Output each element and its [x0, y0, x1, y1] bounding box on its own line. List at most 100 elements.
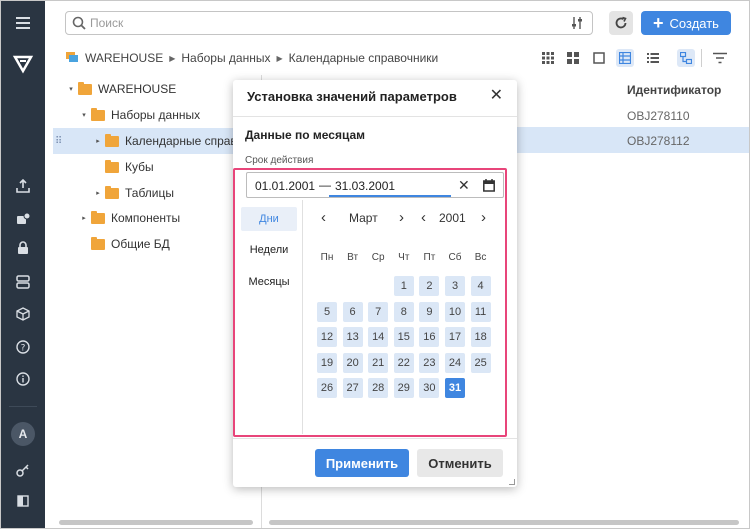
calendar-day[interactable]: 7	[368, 301, 389, 322]
calendar-day[interactable]: 24	[445, 352, 465, 373]
expand-toggle-icon[interactable]: ▾	[67, 85, 75, 93]
expand-toggle-icon[interactable]: ▸	[94, 189, 102, 197]
create-button[interactable]: + Создать	[641, 11, 731, 35]
view-small-grid-icon[interactable]	[564, 49, 582, 67]
mode-weeks[interactable]: Недели	[241, 238, 297, 262]
tree-item-label: Наборы данных	[111, 108, 201, 122]
tree-item-components[interactable]: ▸ Компоненты	[45, 205, 261, 231]
weekday-label: Вт	[347, 252, 359, 263]
tree-item-calendars[interactable]: ⠿ ▸ Календарные справо	[53, 128, 261, 154]
lock-icon[interactable]	[1, 238, 45, 258]
column-header-identifier[interactable]: Идентификатор	[627, 83, 721, 97]
table-row[interactable]: OBJ278112	[627, 134, 690, 148]
calendar-day[interactable]: 6	[342, 301, 363, 322]
calendar-day[interactable]: 21	[368, 352, 389, 373]
expand-toggle-icon[interactable]: ▸	[80, 214, 88, 222]
next-month-icon[interactable]: ›	[399, 210, 404, 226]
tree-item-shared-db[interactable]: Общие БД	[45, 231, 261, 257]
storage-icon[interactable]	[1, 272, 45, 292]
view-large-grid-icon[interactable]	[539, 49, 557, 67]
resize-handle-icon[interactable]	[509, 479, 515, 485]
calendar-day[interactable]: 20	[342, 352, 363, 373]
calendar-day[interactable]: 2	[419, 276, 440, 296]
calendar-day[interactable]: 12	[317, 327, 337, 348]
breadcrumb-arrow-icon: ▶	[276, 53, 283, 63]
calendar-day[interactable]: 22	[393, 352, 414, 373]
filter-settings-icon[interactable]	[570, 16, 584, 33]
calendar-day[interactable]: 30	[419, 378, 440, 399]
apply-button[interactable]: Применить	[315, 449, 409, 477]
calendar-day[interactable]: 27	[342, 378, 363, 399]
tree-item-tables[interactable]: ▸ Таблицы	[45, 180, 261, 206]
next-year-icon[interactable]: ›	[481, 210, 486, 226]
month-label[interactable]: Март	[349, 211, 378, 225]
expand-toggle-icon[interactable]: ▾	[80, 111, 88, 119]
calendar-day[interactable]: 4	[470, 276, 491, 296]
tree-horizontal-scrollbar[interactable]	[59, 520, 253, 525]
plus-icon: +	[653, 13, 664, 33]
list-horizontal-scrollbar[interactable]	[269, 520, 739, 525]
cube-icon[interactable]	[1, 304, 45, 324]
help-icon[interactable]: ?	[1, 337, 45, 357]
mode-months[interactable]: Месяцы	[241, 270, 297, 294]
calendar-day[interactable]: 8	[393, 301, 414, 322]
section-title: Данные по месяцам	[245, 128, 366, 142]
calendar-day[interactable]: 10	[445, 301, 465, 322]
calendar-day[interactable]: 13	[342, 327, 363, 348]
tree-item-warehouse[interactable]: ▾ WAREHOUSE	[45, 76, 261, 102]
prev-year-icon[interactable]: ‹	[421, 210, 426, 226]
breadcrumb-item-warehouse[interactable]: WAREHOUSE	[85, 51, 163, 65]
calendar-day[interactable]: 19	[317, 352, 337, 373]
breadcrumb-item-calendars[interactable]: Календарные справочники	[289, 51, 439, 65]
tree-panel: ▾ WAREHOUSE ▾ Наборы данных ⠿ ▸ Календар…	[45, 75, 261, 528]
calendar-day[interactable]: 28	[368, 378, 389, 399]
upload-icon[interactable]	[1, 176, 45, 196]
period-mode-list: Дни Недели Месяцы	[239, 200, 303, 434]
calendar-day[interactable]: 9	[419, 301, 440, 322]
calendar-day[interactable]: 29	[393, 378, 414, 399]
year-label[interactable]: 2001	[439, 211, 466, 225]
view-list-icon[interactable]	[644, 49, 662, 67]
weekday-label: Вс	[474, 252, 487, 263]
search-box[interactable]	[65, 11, 593, 35]
calendar-day[interactable]: 15	[393, 327, 414, 348]
calendar-day[interactable]: 1	[393, 276, 414, 296]
key-icon[interactable]	[1, 460, 45, 480]
expand-toggle-icon[interactable]: ▸	[94, 137, 102, 145]
view-single-icon[interactable]	[590, 49, 608, 67]
calendar-day[interactable]: 16	[419, 327, 440, 348]
calendar-day[interactable]: 25	[470, 352, 491, 373]
search-input[interactable]	[90, 15, 550, 31]
refresh-button[interactable]	[609, 11, 633, 35]
calendar-day[interactable]: 31	[445, 378, 465, 399]
calendar-day[interactable]: 18	[470, 327, 491, 348]
info-icon[interactable]	[1, 369, 45, 389]
view-tree-icon[interactable]	[677, 49, 695, 67]
cancel-button[interactable]: Отменить	[417, 449, 503, 477]
avatar[interactable]: A	[11, 422, 35, 446]
view-table-icon[interactable]	[616, 49, 634, 67]
calendar-day[interactable]: 14	[368, 327, 389, 348]
calendar-day[interactable]: 26	[317, 378, 337, 399]
table-row[interactable]: OBJ278110	[627, 109, 690, 123]
filter-icon[interactable]	[711, 49, 729, 67]
calendar-day[interactable]: 11	[470, 301, 491, 322]
tree-item-label: Кубы	[125, 160, 154, 174]
menu-icon[interactable]	[1, 13, 45, 33]
calendar-day[interactable]: 5	[317, 301, 337, 322]
mode-days[interactable]: Дни	[241, 207, 297, 231]
weekday-label: Сб	[448, 252, 462, 263]
calendar-day[interactable]: 23	[419, 352, 440, 373]
collapse-panel-icon[interactable]	[1, 491, 45, 511]
folder-icon	[78, 81, 92, 95]
breadcrumb-item-datasets[interactable]: Наборы данных	[181, 51, 270, 65]
calendar-day[interactable]: 17	[445, 327, 465, 348]
drag-handle-icon[interactable]: ⠿	[55, 136, 62, 147]
left-rail: ? A	[1, 1, 45, 528]
tree-item-cubes[interactable]: Кубы	[45, 154, 261, 180]
close-icon[interactable]: ✕	[490, 88, 503, 104]
tree-item-datasets[interactable]: ▾ Наборы данных	[45, 102, 261, 128]
prev-month-icon[interactable]: ‹	[321, 210, 326, 226]
calendar-day[interactable]: 3	[445, 276, 465, 296]
database-settings-icon[interactable]	[1, 209, 45, 229]
